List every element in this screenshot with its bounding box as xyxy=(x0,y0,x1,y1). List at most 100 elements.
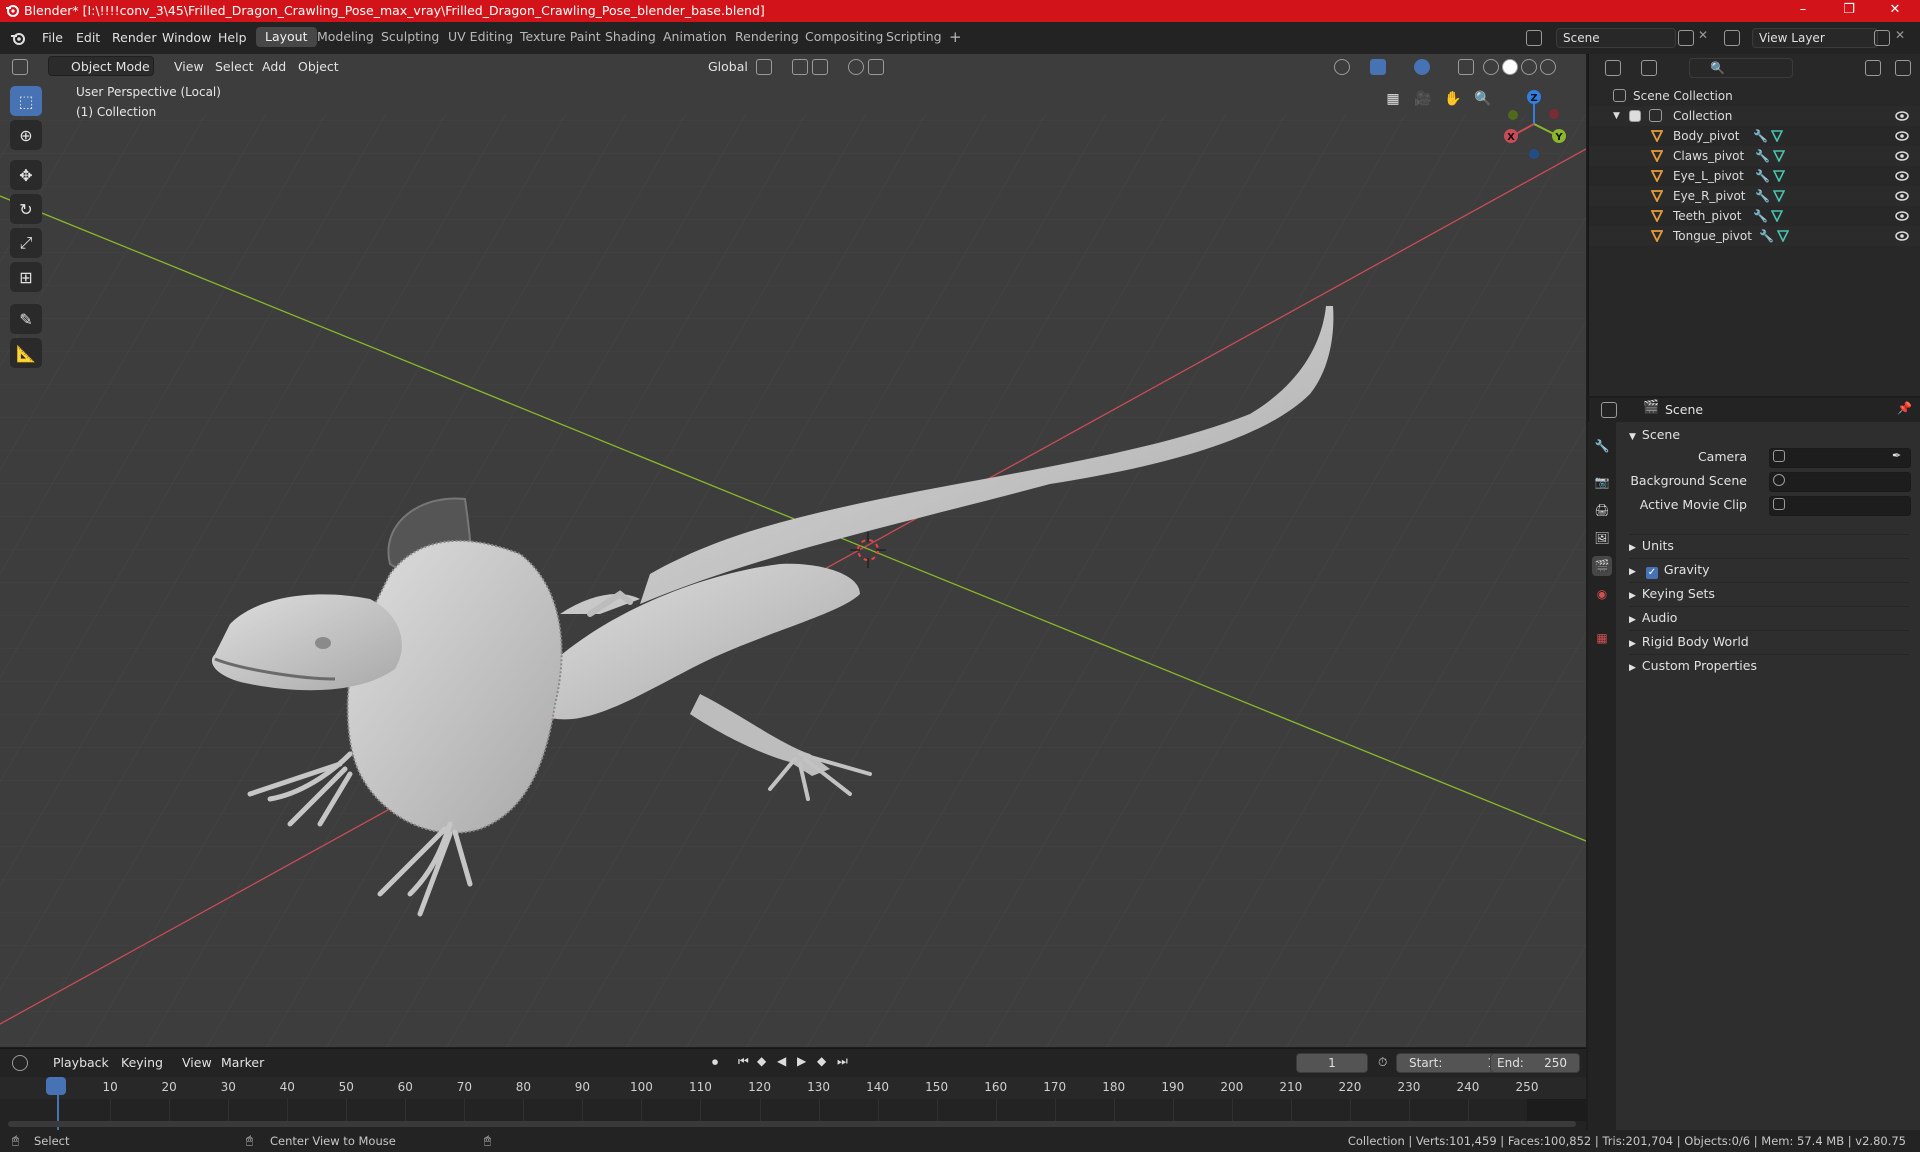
active-movie-clip-field[interactable] xyxy=(1769,496,1911,516)
jump-end-icon[interactable]: ⏭ xyxy=(837,1054,848,1069)
jump-start-icon[interactable]: ⏮ xyxy=(738,1054,749,1069)
move-tool[interactable]: ✥ xyxy=(10,160,42,190)
menu-help[interactable]: Help xyxy=(212,28,253,47)
gizmo-neg-x[interactable] xyxy=(1549,109,1559,119)
overlay-toggle-icon[interactable] xyxy=(1414,59,1430,75)
viewport-menu-view[interactable]: View xyxy=(167,57,211,77)
background-scene-field[interactable] xyxy=(1769,472,1911,492)
eye-icon[interactable] xyxy=(1895,191,1909,201)
outliner-search-input[interactable]: 🔍 xyxy=(1689,58,1793,78)
camera-field[interactable]: ✒ xyxy=(1769,448,1911,468)
pin-icon[interactable]: 📌 xyxy=(1897,401,1912,415)
modifier-icon[interactable]: 🔧 xyxy=(1753,206,1768,226)
viewport-menu-select[interactable]: Select xyxy=(208,57,261,77)
snap-icon[interactable] xyxy=(792,59,808,75)
tab-sculpting[interactable]: Sculpting xyxy=(372,27,448,47)
outliner-row-object[interactable]: Eye_L_pivot 🔧 xyxy=(1589,166,1920,186)
custom-properties-panel[interactable]: ▶ Custom Properties xyxy=(1629,654,1909,677)
texture-tab-icon[interactable]: ▦ xyxy=(1592,628,1612,648)
keying-sets-panel[interactable]: ▶ Keying Sets xyxy=(1629,582,1909,605)
gizmo-toggle-icon[interactable] xyxy=(1370,59,1386,75)
gizmo-neg-z[interactable] xyxy=(1529,149,1539,159)
outliner-row-object[interactable]: Body_pivot 🔧 xyxy=(1589,126,1920,146)
frame-ruler[interactable]: 1102030405060708090100110120130140150160… xyxy=(0,1077,1586,1121)
play-icon[interactable]: ▶ xyxy=(797,1054,806,1068)
filter-icon[interactable] xyxy=(1865,60,1881,76)
snap-target-icon[interactable] xyxy=(812,59,828,75)
eyedropper-icon[interactable]: ✒ xyxy=(1892,449,1901,462)
eye-icon[interactable] xyxy=(1895,131,1909,141)
maximize-button[interactable]: ❐ xyxy=(1826,0,1872,22)
pan-view-icon[interactable]: ✋ xyxy=(1440,86,1466,112)
play-reverse-icon[interactable]: ◀ xyxy=(777,1054,786,1068)
eye-icon[interactable] xyxy=(1895,211,1909,221)
editor-type-icon[interactable] xyxy=(12,59,28,75)
outliner-editor-type-icon[interactable] xyxy=(1605,60,1621,76)
scale-tool[interactable]: ⤢ xyxy=(10,228,42,258)
viewport-menu-object[interactable]: Object xyxy=(291,57,346,77)
modifier-icon[interactable]: 🔧 xyxy=(1755,146,1770,166)
transform-tool[interactable]: ⊞ xyxy=(10,262,42,292)
timeline-menu-keying[interactable]: Keying xyxy=(114,1053,170,1073)
current-frame-field[interactable]: 1 xyxy=(1296,1053,1368,1073)
delete-view-layer-icon[interactable]: ✕ xyxy=(1895,28,1905,42)
outliner-row-scene-collection[interactable]: Scene Collection xyxy=(1589,86,1920,106)
tab-uv-editing[interactable]: UV Editing xyxy=(439,27,522,47)
timeline-menu-marker[interactable]: Marker xyxy=(214,1053,271,1073)
view-layer-browse-icon[interactable] xyxy=(1724,30,1740,46)
prev-keyframe-icon[interactable]: ◆ xyxy=(757,1054,766,1068)
end-frame-field[interactable]: End: 250 xyxy=(1490,1053,1580,1073)
camera-view-icon[interactable]: 🎥 xyxy=(1410,86,1436,112)
new-scene-icon[interactable] xyxy=(1678,30,1694,46)
modifier-icon[interactable]: 🔧 xyxy=(1755,186,1770,206)
menu-edit[interactable]: Edit xyxy=(70,28,106,47)
scene-selector[interactable]: Scene xyxy=(1556,28,1676,48)
collection-checkbox[interactable] xyxy=(1629,110,1641,122)
gravity-panel[interactable]: ▶ ✓ Gravity xyxy=(1629,558,1909,581)
rigid-body-world-panel[interactable]: ▶ Rigid Body World xyxy=(1629,630,1909,653)
render-tab-icon[interactable]: 📷 xyxy=(1592,472,1612,492)
mode-selector[interactable]: Object Mode xyxy=(48,56,154,76)
gravity-checkbox[interactable]: ✓ xyxy=(1645,567,1658,579)
tool-tab-icon[interactable]: 🔧 xyxy=(1592,436,1612,456)
cursor-tool[interactable]: ⊕ xyxy=(10,120,42,150)
scene-tab-icon[interactable]: 🎬 xyxy=(1592,556,1612,576)
output-tab-icon[interactable]: 🖨 xyxy=(1592,500,1612,520)
eye-icon[interactable] xyxy=(1895,151,1909,161)
mesh-data-icon[interactable] xyxy=(1771,210,1783,222)
view-layer-tab-icon[interactable]: 🖼 xyxy=(1592,528,1612,548)
mesh-data-icon[interactable] xyxy=(1777,230,1789,242)
gizmo-neg-y[interactable] xyxy=(1508,110,1518,120)
view-layer-selector[interactable]: View Layer xyxy=(1752,28,1878,48)
audio-panel[interactable]: ▶ Audio xyxy=(1629,606,1909,629)
visibility-icon[interactable] xyxy=(1334,59,1350,75)
navigation-gizmo[interactable]: Z Y X xyxy=(1496,84,1572,164)
outliner-row-object[interactable]: Claws_pivot 🔧 xyxy=(1589,146,1920,166)
playhead[interactable] xyxy=(46,1077,66,1095)
outliner-row-collection[interactable]: ▼ Collection xyxy=(1589,106,1920,126)
new-view-layer-icon[interactable] xyxy=(1874,30,1890,46)
eye-icon[interactable] xyxy=(1895,111,1909,121)
pivot-point-icon[interactable] xyxy=(756,59,772,75)
timeline-menu-playback[interactable]: Playback xyxy=(46,1053,116,1073)
eye-icon[interactable] xyxy=(1895,231,1909,241)
xray-icon[interactable] xyxy=(1458,59,1474,75)
blender-menu-icon[interactable] xyxy=(10,30,26,46)
transform-orientation-selector[interactable]: Global xyxy=(690,57,755,77)
zoom-view-icon[interactable]: 🔍 xyxy=(1470,86,1496,112)
add-workspace-button[interactable]: + xyxy=(940,27,971,47)
outliner-row-object[interactable]: Tongue_pivot 🔧 xyxy=(1589,226,1920,246)
timeline-scrollbar[interactable] xyxy=(8,1121,1576,1127)
world-tab-icon[interactable]: ◉ xyxy=(1592,584,1612,604)
timeline-menu-view[interactable]: View xyxy=(175,1053,219,1073)
mesh-data-icon[interactable] xyxy=(1773,170,1785,182)
proportional-falloff-icon[interactable] xyxy=(868,59,884,75)
proportional-edit-icon[interactable] xyxy=(848,59,864,75)
timeline-editor-type-icon[interactable] xyxy=(12,1055,28,1071)
rotate-tool[interactable]: ↻ xyxy=(10,194,42,224)
display-mode-icon[interactable] xyxy=(1641,60,1657,76)
tab-animation[interactable]: Animation xyxy=(654,27,736,47)
scene-section-header[interactable]: ▼ Scene xyxy=(1629,424,1680,446)
rendered-shading-icon[interactable] xyxy=(1540,59,1556,75)
modifier-icon[interactable]: 🔧 xyxy=(1759,226,1774,246)
